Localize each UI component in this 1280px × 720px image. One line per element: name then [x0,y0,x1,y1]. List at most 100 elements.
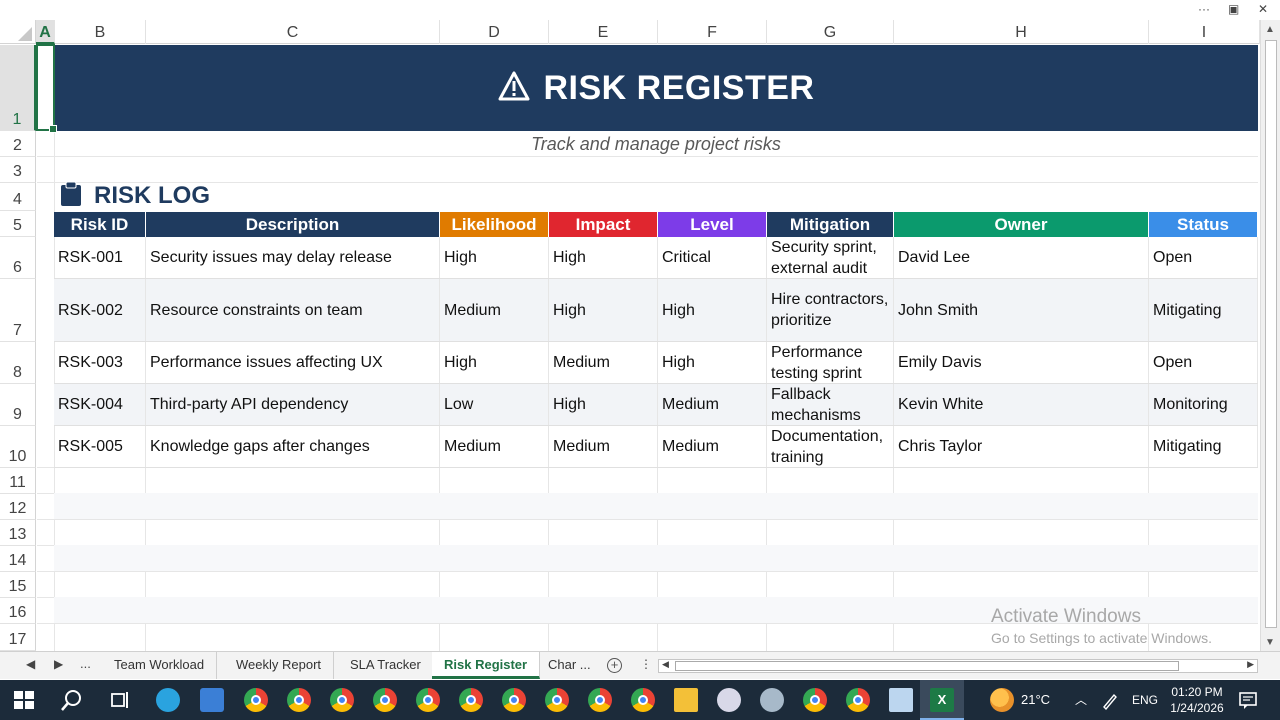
row-header-4[interactable]: 4 [0,183,36,211]
paint-icon[interactable] [717,688,741,712]
next-sheet-icon[interactable]: ▶ [54,657,63,671]
chrome-icon[interactable] [287,688,311,712]
tabs-options-icon[interactable]: ⋮ [640,657,652,671]
column-header-d[interactable]: D [440,20,549,44]
row-header-3[interactable]: 3 [0,157,36,183]
column-header-risk-id[interactable]: Risk ID [54,212,146,237]
add-sheet-button[interactable]: + [607,658,622,673]
scroll-left-icon[interactable]: ◀ [662,659,669,670]
paint-3d-icon[interactable] [760,688,784,712]
cell-impact[interactable]: High [549,279,658,341]
cell-status[interactable]: Monitoring [1149,384,1258,425]
restore-window-icon[interactable]: ▣ [1228,2,1239,16]
cell-owner[interactable]: Emily Davis [894,342,1149,383]
cell-description[interactable]: Resource constraints on team [146,279,440,341]
sheet-tab-team-workload[interactable]: Team Workload [102,652,218,679]
column-header-owner[interactable]: Owner [894,212,1149,237]
scroll-up-icon[interactable]: ▲ [1265,24,1275,35]
cell-impact[interactable]: High [549,384,658,425]
cell-owner[interactable]: Chris Taylor [894,426,1149,467]
row-header-14[interactable]: 14 [0,546,36,572]
chrome-icon[interactable] [459,688,483,712]
column-header-i[interactable]: I [1149,20,1260,44]
cell-impact[interactable]: High [549,237,658,278]
row-header-5[interactable]: 5 [0,211,36,237]
row-header-6[interactable]: 6 [0,237,36,279]
prev-sheet-icon[interactable]: ◀ [26,657,35,671]
cell-mitigation[interactable]: Documentation, training [767,426,894,467]
chrome-icon[interactable] [416,688,440,712]
cell-level[interactable]: Medium [658,426,767,467]
row-header-11[interactable]: 11 [0,468,36,494]
chrome-icon[interactable] [545,688,569,712]
chrome-icon[interactable] [803,688,827,712]
cell-level[interactable]: Medium [658,384,767,425]
excel-taskbar-button[interactable]: X [920,680,964,720]
cell-owner[interactable]: John Smith [894,279,1149,341]
column-header-b[interactable]: B [55,20,146,44]
notifications-icon[interactable] [1238,690,1258,710]
cell-status[interactable]: Mitigating [1149,279,1258,341]
column-header-a[interactable]: A [36,20,55,44]
vertical-scrollbar[interactable]: ▲ ▼ [1260,20,1280,651]
weather-icon[interactable] [990,688,1014,712]
chrome-icon[interactable] [502,688,526,712]
sheet-tab-weekly-report[interactable]: Weekly Report [224,652,335,679]
cell-impact[interactable]: Medium [549,426,658,467]
file-explorer-icon[interactable] [674,688,698,712]
chrome-icon[interactable] [373,688,397,712]
sheet-tab-sla-tracker[interactable]: SLA Tracker [338,652,434,679]
cell-description[interactable]: Performance issues affecting UX [146,342,440,383]
cell-owner[interactable]: David Lee [894,237,1149,278]
cell-likelihood[interactable]: Medium [440,426,549,467]
row-header-7[interactable]: 7 [0,279,36,342]
horizontal-scroll-thumb[interactable] [675,661,1179,671]
column-header-h[interactable]: H [894,20,1149,44]
task-view-icon[interactable] [108,688,132,712]
scroll-right-icon[interactable]: ▶ [1247,659,1254,670]
column-header-impact[interactable]: Impact [549,212,658,237]
telegram-icon[interactable] [156,688,180,712]
column-header-description[interactable]: Description [146,212,440,237]
chrome-icon[interactable] [588,688,612,712]
row-header-17[interactable]: 17 [0,624,36,651]
column-header-level[interactable]: Level [658,212,767,237]
row-header-12[interactable]: 12 [0,494,36,520]
cell-likelihood[interactable]: Low [440,384,549,425]
cell-status[interactable]: Open [1149,342,1258,383]
cell-description[interactable]: Knowledge gaps after changes [146,426,440,467]
row-header-2[interactable]: 2 [0,131,36,157]
row-header-8[interactable]: 8 [0,342,36,384]
cell-mitigation[interactable]: Performance testing sprint [767,342,894,383]
sheet-tab-risk-register[interactable]: Risk Register [432,652,541,679]
row-header-1[interactable]: 1 [0,45,36,131]
cell-likelihood[interactable]: Medium [440,279,549,341]
more-options-icon[interactable]: ··· [1198,2,1210,16]
column-header-g[interactable]: G [767,20,894,44]
chrome-icon[interactable] [631,688,655,712]
cell-owner[interactable]: Kevin White [894,384,1149,425]
cell-impact[interactable]: Medium [549,342,658,383]
show-hidden-icons-icon[interactable]: ︿ [1075,680,1087,720]
sheet-tab-char[interactable]: Char ... [536,652,603,679]
cell-mitigation[interactable]: Hire contractors, prioritize [767,279,894,341]
column-header-likelihood[interactable]: Likelihood [440,212,549,237]
cell-mitigation[interactable]: Security sprint, external audit [767,237,894,278]
language-indicator[interactable]: ENG [1132,680,1158,720]
column-header-c[interactable]: C [146,20,440,44]
cell-risk-id[interactable]: RSK-002 [54,279,146,341]
column-header-status[interactable]: Status [1149,212,1258,237]
close-window-icon[interactable]: ✕ [1258,2,1268,16]
column-header-f[interactable]: F [658,20,767,44]
weather-temperature[interactable]: 21°C [1021,680,1050,720]
row-header-16[interactable]: 16 [0,598,36,624]
search-icon[interactable] [60,688,84,712]
chrome-icon[interactable] [244,688,268,712]
cell-risk-id[interactable]: RSK-001 [54,237,146,278]
select-all-corner[interactable] [0,20,36,44]
cell-risk-id[interactable]: RSK-005 [54,426,146,467]
chrome-icon[interactable] [330,688,354,712]
more-sheets-left[interactable]: ... [80,656,91,671]
scroll-down-icon[interactable]: ▼ [1265,637,1275,648]
column-header-mitigation[interactable]: Mitigation [767,212,894,237]
